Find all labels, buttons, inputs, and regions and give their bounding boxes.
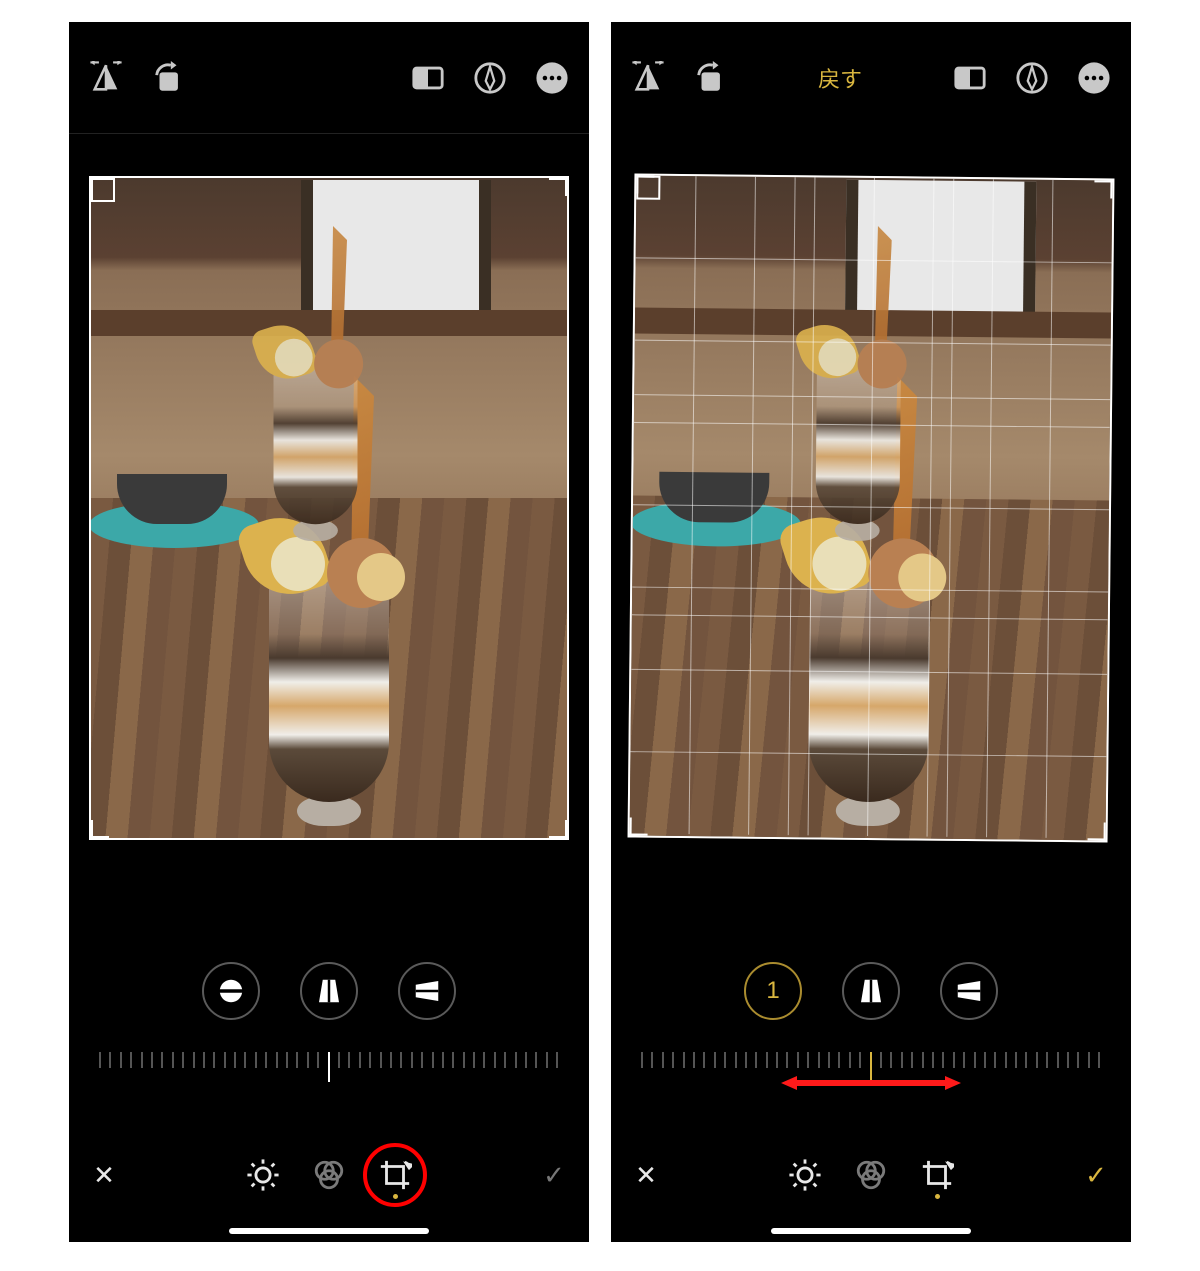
done-button[interactable]: ✓ [539, 1160, 569, 1190]
perspective-vertical-icon[interactable] [300, 962, 358, 1020]
rotate-ccw-icon[interactable] [693, 61, 727, 95]
crop-handle-bl[interactable] [89, 820, 109, 840]
light-adjust-icon[interactable] [785, 1155, 825, 1195]
image-canvas[interactable] [69, 134, 589, 926]
crop-rotate-icon[interactable] [917, 1155, 957, 1195]
crop-handle-tr[interactable] [549, 176, 569, 196]
undo-button[interactable]: 戻す [818, 67, 862, 92]
straighten-slider[interactable]: document.write(Array.from({length:22}).m… [99, 1052, 559, 1092]
crop-handle-tr[interactable] [1094, 178, 1114, 198]
more-ellipsis-icon[interactable] [535, 61, 569, 95]
cancel-button[interactable]: ✕ [631, 1160, 661, 1190]
aspect-ratio-icon[interactable] [953, 61, 987, 95]
crop-grid-overlay [630, 176, 1113, 839]
crop-handle-bl[interactable] [628, 817, 648, 837]
straighten-slider[interactable]: document.write(Array.from({length:22}).m… [641, 1052, 1101, 1092]
home-indicator[interactable] [229, 1228, 429, 1234]
crop-rotate-icon[interactable] [375, 1155, 415, 1195]
done-button[interactable]: ✓ [1081, 1160, 1111, 1190]
bottom-controls: document.write(Array.from({length:22}).m… [69, 926, 589, 1242]
straighten-value[interactable]: 1 [744, 962, 802, 1020]
straighten-icon[interactable] [202, 962, 260, 1020]
filters-icon[interactable] [309, 1155, 349, 1195]
light-adjust-icon[interactable] [243, 1155, 283, 1195]
screenshot-left: document.write(Array.from({length:22}).m… [69, 22, 589, 1242]
cancel-button[interactable]: ✕ [89, 1160, 119, 1190]
perspective-horizontal-icon[interactable] [940, 962, 998, 1020]
bottom-controls: 1 document.write(Array.from({length:22})… [611, 926, 1131, 1242]
markup-pen-icon[interactable] [1015, 61, 1049, 95]
crop-handle-br[interactable] [1088, 822, 1108, 842]
image-canvas[interactable] [611, 134, 1131, 926]
perspective-horizontal-icon[interactable] [398, 962, 456, 1020]
perspective-vertical-icon[interactable] [842, 962, 900, 1020]
more-ellipsis-icon[interactable] [1077, 61, 1111, 95]
home-indicator[interactable] [771, 1228, 971, 1234]
top-toolbar [69, 22, 589, 134]
crop-handle-tl[interactable] [634, 174, 654, 194]
screenshot-right: 戻す [611, 22, 1131, 1242]
aspect-ratio-icon[interactable] [411, 61, 445, 95]
crop-frame[interactable] [628, 174, 1115, 843]
flip-horizontal-icon[interactable] [631, 61, 665, 95]
crop-frame[interactable] [89, 176, 569, 840]
top-toolbar: 戻す [611, 22, 1131, 134]
crop-handle-tl[interactable] [89, 176, 109, 196]
crop-handle-br[interactable] [549, 820, 569, 840]
markup-pen-icon[interactable] [473, 61, 507, 95]
filters-icon[interactable] [851, 1155, 891, 1195]
rotate-ccw-icon[interactable] [151, 61, 185, 95]
flip-horizontal-icon[interactable] [89, 61, 123, 95]
